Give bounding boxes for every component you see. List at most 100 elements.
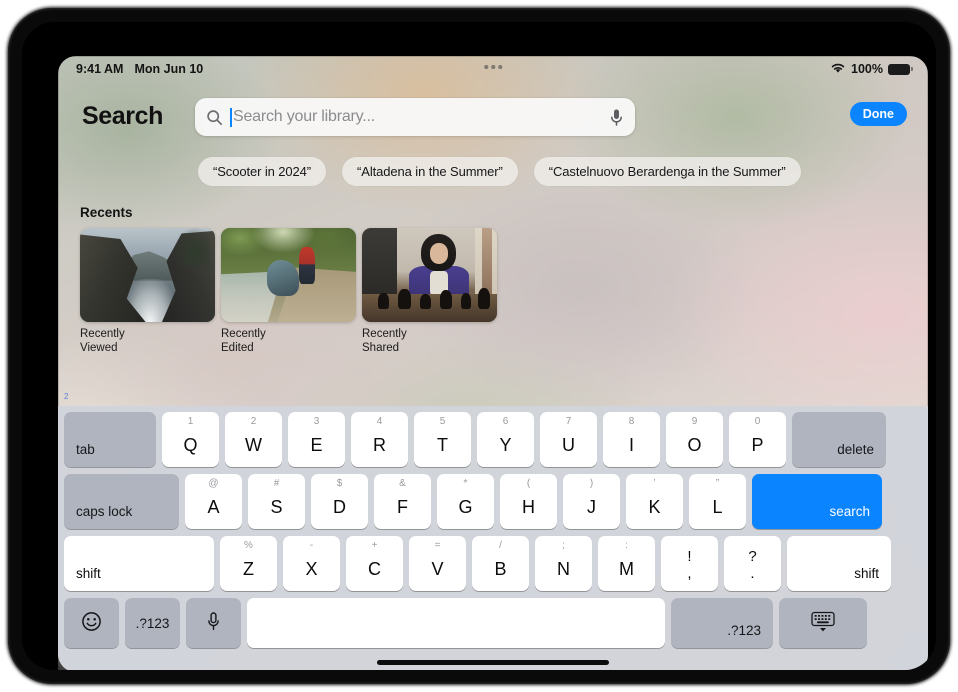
key-alt-label: 2 <box>250 416 257 427</box>
key-main-label: I <box>628 434 634 455</box>
key-main-label: V <box>431 558 444 579</box>
key-main-label: J <box>587 496 596 517</box>
microphone-icon <box>206 611 221 635</box>
dot <box>498 65 502 69</box>
key-caps-lock[interactable]: caps lock <box>64 474 179 529</box>
chess-piece <box>378 292 389 309</box>
emoji-smiley-icon <box>81 611 102 635</box>
key-j[interactable]: ) J <box>563 474 620 529</box>
key-h[interactable]: ( H <box>500 474 557 529</box>
search-placeholder-text: Search your library... <box>233 108 376 125</box>
key-o[interactable]: 9 O <box>666 412 723 467</box>
key-m[interactable]: : M <box>598 536 655 591</box>
keyboard-row-1: tab 1 Q 2 W 3 E 4 R 5 T 6 Y 7 U 8 I 9 O … <box>64 412 922 467</box>
key-e[interactable]: 3 E <box>288 412 345 467</box>
key-alt-label: = <box>434 540 441 551</box>
key-main-label: Z <box>243 558 254 579</box>
done-button[interactable]: Done <box>849 102 907 126</box>
key-alt-label: : <box>625 540 628 551</box>
key-main-label: X <box>305 558 318 579</box>
key-i[interactable]: 8 I <box>603 412 660 467</box>
key-question-period[interactable]: ? . <box>724 536 781 591</box>
key-t[interactable]: 5 T <box>414 412 471 467</box>
key-p[interactable]: 0 P <box>729 412 786 467</box>
recent-item-recently-edited[interactable]: Recently Edited <box>221 228 356 355</box>
key-alt-label: ” <box>715 478 720 489</box>
key-k[interactable]: ’ K <box>626 474 683 529</box>
key-shift-left[interactable]: shift <box>64 536 214 591</box>
suggestion-chip[interactable]: “Scooter in 2024” <box>198 157 327 186</box>
key-alt-label: ) <box>589 478 594 489</box>
key-top-glyph: ! <box>687 547 692 565</box>
suggestion-chip[interactable]: “Altadena in the Summer” <box>342 157 518 186</box>
key-numbers-left[interactable]: .?123 <box>125 598 180 648</box>
key-s[interactable]: # S <box>248 474 305 529</box>
keyboard-row-3: shift % Z - X + C = V / B ; N: M ! , ? … <box>64 536 922 591</box>
key-dictation[interactable] <box>186 598 241 648</box>
key-alt-label: - <box>309 540 314 551</box>
key-alt-label: ’ <box>653 478 656 489</box>
key-tab[interactable]: tab <box>64 412 156 467</box>
key-n[interactable]: ; N <box>535 536 592 591</box>
key-search-return[interactable]: search <box>752 474 882 529</box>
dark-wall-shape <box>362 228 398 300</box>
key-alt-label: $ <box>336 478 343 489</box>
recent-item-recently-shared[interactable]: Recently Shared <box>362 228 497 355</box>
key-f[interactable]: & F <box>374 474 431 529</box>
recent-item-recently-viewed[interactable]: Recently Viewed <box>80 228 215 355</box>
key-l[interactable]: ” L <box>689 474 746 529</box>
search-input[interactable]: Search your library... <box>195 98 635 136</box>
key-u[interactable]: 7 U <box>540 412 597 467</box>
key-alt-label: 7 <box>565 416 572 427</box>
key-main-label: M <box>619 558 634 579</box>
key-main-label: W <box>245 434 262 455</box>
key-main-label: G <box>458 496 473 517</box>
key-a[interactable]: @ A <box>185 474 242 529</box>
key-main-label: D <box>333 496 346 517</box>
key-c[interactable]: + C <box>346 536 403 591</box>
keyboard-row-2: caps lock @ A # S $ D & F * G (H) J ’ … <box>64 474 922 529</box>
key-r[interactable]: 4 R <box>351 412 408 467</box>
chess-piece <box>420 293 431 309</box>
dot <box>491 65 495 69</box>
text-cursor <box>230 107 232 127</box>
suggestion-chip[interactable]: “Castelnuovo Berardenga in the Summer” <box>533 157 801 186</box>
key-y[interactable]: 6 Y <box>477 412 534 467</box>
home-indicator[interactable] <box>377 660 609 665</box>
status-bar-right: 100% <box>830 62 913 77</box>
key-bottom-glyph: . <box>750 564 755 582</box>
recent-item-label: Recently Edited <box>221 328 266 354</box>
key-emoji[interactable] <box>64 598 119 648</box>
key-alt-label: + <box>371 540 378 551</box>
key-numbers-right[interactable]: .?123 <box>671 598 773 648</box>
key-delete[interactable]: delete <box>792 412 886 467</box>
key-v[interactable]: = V <box>409 536 466 591</box>
key-main-label: S <box>270 496 283 517</box>
recently-edited-thumbnail[interactable] <box>221 228 356 322</box>
key-exclamation-comma[interactable]: ! , <box>661 536 718 591</box>
key-alt-label: 3 <box>313 416 320 427</box>
key-alt-label: 0 <box>754 416 761 427</box>
tree-shape <box>171 228 210 266</box>
key-dismiss-keyboard[interactable] <box>779 598 867 648</box>
key-main-label: N <box>557 558 570 579</box>
key-z[interactable]: % Z <box>220 536 277 591</box>
key-q[interactable]: 1 Q <box>162 412 219 467</box>
key-b[interactable]: / B <box>472 536 529 591</box>
key-alt-label: # <box>273 478 280 489</box>
recently-shared-thumbnail[interactable] <box>362 228 497 322</box>
key-main-label: E <box>310 434 323 455</box>
recently-viewed-thumbnail[interactable] <box>80 228 215 322</box>
key-shift-right[interactable]: shift <box>787 536 891 591</box>
side-marker: 2 <box>64 392 69 401</box>
key-alt-label: 5 <box>439 416 446 427</box>
key-x[interactable]: - X <box>283 536 340 591</box>
page-title: Search <box>82 102 163 130</box>
person-standing-shape <box>299 246 316 285</box>
key-space[interactable] <box>247 598 665 648</box>
key-d[interactable]: $ D <box>311 474 368 529</box>
microphone-icon[interactable] <box>609 108 624 127</box>
key-g[interactable]: * G <box>437 474 494 529</box>
key-w[interactable]: 2 W <box>225 412 282 467</box>
multitasking-dots-icon[interactable] <box>484 65 502 69</box>
